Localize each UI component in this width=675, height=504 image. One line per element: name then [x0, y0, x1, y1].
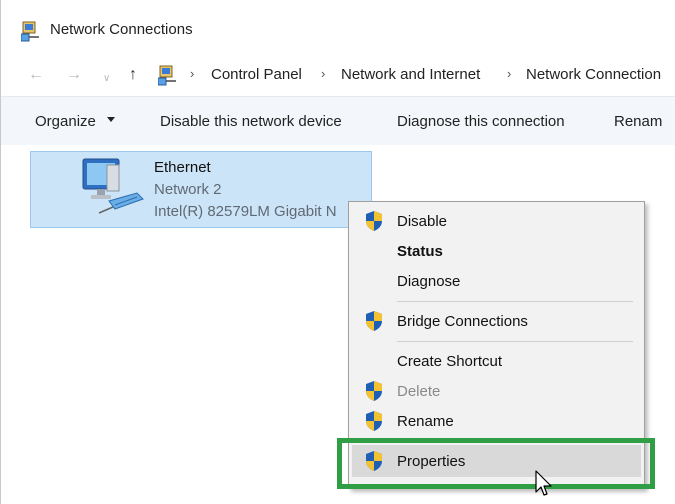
organize-dropdown-icon[interactable]: [107, 117, 115, 122]
network-adapter-icon: [82, 158, 144, 214]
properties-highlight-box: [337, 438, 655, 489]
breadcrumb-separator-icon[interactable]: ›: [321, 66, 325, 81]
rename-button[interactable]: Renam: [614, 113, 662, 130]
menu-item-delete[interactable]: Delete: [397, 383, 440, 400]
breadcrumb-control-panel[interactable]: Control Panel: [211, 66, 302, 83]
menu-item-rename[interactable]: Rename: [397, 413, 454, 430]
menu-separator: [397, 301, 633, 302]
breadcrumb-separator-icon[interactable]: ›: [190, 66, 194, 81]
mouse-pointer-icon: [535, 470, 552, 496]
diagnose-connection-button[interactable]: Diagnose this connection: [397, 113, 565, 130]
menu-item-create-shortcut[interactable]: Create Shortcut: [397, 353, 502, 370]
menu-item-disable[interactable]: Disable: [397, 213, 447, 230]
breadcrumb-network-and-internet[interactable]: Network and Internet: [341, 66, 480, 83]
connection-network: Network 2: [154, 181, 222, 198]
menu-item-status[interactable]: Status: [397, 243, 443, 260]
disable-device-button[interactable]: Disable this network device: [160, 113, 342, 130]
shield-icon: [366, 381, 382, 401]
shield-icon: [366, 311, 382, 331]
recent-locations-chevron-icon[interactable]: ∨: [103, 70, 110, 88]
up-arrow-icon[interactable]: ↑: [129, 66, 137, 84]
breadcrumb-separator-icon[interactable]: ›: [507, 66, 511, 81]
back-arrow-icon[interactable]: ←: [28, 66, 44, 84]
breadcrumb-network-connections[interactable]: Network Connection: [526, 66, 661, 83]
network-connections-window: Network Connections ← → ∨ ↑ › Control Pa…: [0, 0, 675, 504]
control-panel-icon: [158, 65, 176, 86]
window-title: Network Connections: [50, 21, 193, 38]
connection-adapter: Intel(R) 82579LM Gigabit N: [154, 203, 337, 220]
menu-item-bridge-connections[interactable]: Bridge Connections: [397, 313, 528, 330]
forward-arrow-icon[interactable]: →: [66, 66, 82, 84]
network-connections-icon: [21, 21, 39, 42]
menu-separator: [397, 341, 633, 342]
shield-icon: [366, 411, 382, 431]
organize-button[interactable]: Organize: [35, 113, 96, 130]
menu-item-diagnose[interactable]: Diagnose: [397, 273, 460, 290]
connection-name: Ethernet: [154, 159, 211, 176]
shield-icon: [366, 211, 382, 231]
